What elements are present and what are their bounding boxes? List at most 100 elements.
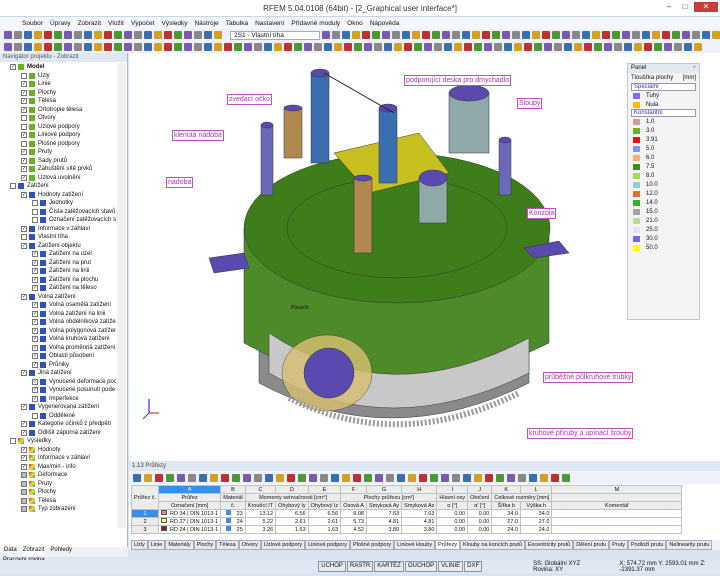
- menu-item[interactable]: Soubor: [22, 20, 43, 27]
- col-letter[interactable]: E: [307, 485, 342, 494]
- toolbar-button-icon[interactable]: [712, 31, 720, 39]
- toolbar-button-icon[interactable]: [514, 43, 522, 51]
- table-cell[interactable]: 4.81: [401, 517, 438, 526]
- tree-item[interactable]: ✓ Jiná zatížení: [2, 369, 116, 378]
- table-tool-icon[interactable]: [562, 473, 570, 482]
- toolbar-button-icon[interactable]: [184, 43, 192, 51]
- tree-item[interactable]: Tělesa: [2, 497, 116, 506]
- tree-item[interactable]: Označení zatěžovacích st: [2, 216, 116, 225]
- toolbar-button-icon[interactable]: [432, 31, 440, 39]
- material-cell[interactable]: 23: [220, 509, 246, 518]
- toolbar-button-icon[interactable]: [564, 43, 572, 51]
- tree-item[interactable]: ✓ Liniové podpory: [2, 131, 116, 140]
- toolbar-button-icon[interactable]: [502, 31, 510, 39]
- checkbox[interactable]: [21, 472, 27, 479]
- toolbar-button-icon[interactable]: [672, 31, 680, 39]
- checkbox[interactable]: [21, 234, 27, 241]
- checkbox[interactable]: ✓: [21, 370, 27, 377]
- tree-item[interactable]: ✓ Vynucené deformace poc: [2, 378, 116, 387]
- checkbox[interactable]: [32, 412, 38, 419]
- table-tool-icon[interactable]: [540, 473, 548, 482]
- col-letter[interactable]: I: [436, 485, 469, 494]
- checkbox[interactable]: ✓: [10, 64, 16, 71]
- material-cell[interactable]: 24: [220, 517, 246, 526]
- table-tab[interactable]: Klouby na koncích prutů: [459, 540, 525, 550]
- toolbar-button-icon[interactable]: [104, 43, 112, 51]
- tree-item[interactable]: Výsledky: [2, 437, 116, 446]
- toolbar-button-icon[interactable]: [634, 43, 642, 51]
- table-tool-icon[interactable]: [320, 473, 328, 482]
- table-tab[interactable]: Plošné podpory: [349, 540, 395, 550]
- toolbar-button-icon[interactable]: [34, 31, 42, 39]
- table-tool-icon[interactable]: [518, 473, 526, 482]
- toolbar-button-icon[interactable]: [144, 43, 152, 51]
- status-toggle-button[interactable]: OUCHOP: [404, 561, 438, 572]
- toolbar-button-icon[interactable]: [322, 31, 330, 39]
- table-tab[interactable]: Dělení prutu: [573, 540, 610, 550]
- toolbar-button-icon[interactable]: [534, 43, 542, 51]
- tree-item[interactable]: Plošné podpory: [2, 140, 116, 149]
- toolbar-button-icon[interactable]: [654, 43, 662, 51]
- toolbar-button-icon[interactable]: [34, 43, 42, 51]
- toolbar-button-icon[interactable]: [384, 43, 392, 51]
- table-cell[interactable]: 3.80: [365, 525, 403, 534]
- toolbar-button-icon[interactable]: [134, 31, 142, 39]
- toolbar-button-icon[interactable]: [462, 31, 470, 39]
- col-letter[interactable]: M: [551, 485, 683, 494]
- toolbar-button-icon[interactable]: [284, 43, 292, 51]
- table-cell[interactable]: 27.0: [520, 517, 553, 526]
- toolbar-button-icon[interactable]: [624, 43, 632, 51]
- checkbox[interactable]: [32, 217, 38, 224]
- menu-item[interactable]: Výsledky: [161, 20, 187, 27]
- tree-item[interactable]: ✓ Hodnoty: [2, 446, 116, 455]
- table-row[interactable]: 2 RD 27 | DIN 1013-1 24 5.22 2.61 2.61 5.73 4.8…: [130, 517, 683, 526]
- checkbox[interactable]: [10, 438, 16, 445]
- table-cell[interactable]: 24.0: [520, 525, 553, 534]
- table-row[interactable]: 3 RD 24 | DIN 1013-1 25 3.26 1.63 1.63 4.52 3.8…: [130, 525, 683, 534]
- tree-item[interactable]: ✓ Volná zatížení na linii: [2, 310, 116, 319]
- checkbox[interactable]: ✓: [21, 81, 27, 88]
- tree-item[interactable]: ✓ Vynucené posunutí pode: [2, 386, 116, 395]
- menu-item[interactable]: Nápověda: [370, 20, 400, 27]
- tree-item[interactable]: Plochy: [2, 488, 116, 497]
- toolbar-button-icon[interactable]: [24, 43, 32, 51]
- toolbar-button-icon[interactable]: [124, 31, 132, 39]
- toolbar-button-icon[interactable]: [362, 31, 370, 39]
- toolbar-button-icon[interactable]: [422, 31, 430, 39]
- toolbar-button-icon[interactable]: [204, 43, 212, 51]
- toolbar-button-icon[interactable]: [684, 43, 692, 51]
- toolbar-button-icon[interactable]: [582, 31, 590, 39]
- table-tool-icon[interactable]: [210, 473, 218, 482]
- table-cell[interactable]: 34.0: [520, 509, 553, 518]
- menu-item[interactable]: Tabulka: [226, 20, 248, 27]
- toolbar-button-icon[interactable]: [174, 43, 182, 51]
- table-tool-icon[interactable]: [419, 473, 427, 482]
- table-cell[interactable]: 6.56: [275, 509, 309, 518]
- table-cell[interactable]: 5.73: [340, 517, 367, 526]
- toolbar-button-icon[interactable]: [482, 31, 490, 39]
- checkbox[interactable]: ✓: [21, 225, 27, 232]
- checkbox[interactable]: ✓: [21, 191, 27, 198]
- toolbar-button-icon[interactable]: [94, 31, 102, 39]
- toolbar-button-icon[interactable]: [364, 43, 372, 51]
- tree-item[interactable]: Zatížení: [2, 182, 116, 191]
- checkbox[interactable]: ✓: [21, 106, 27, 113]
- col-letter[interactable]: B: [220, 485, 246, 494]
- table-tool-icon[interactable]: [430, 473, 438, 482]
- toolbar-button-icon[interactable]: [602, 31, 610, 39]
- toolbar-button-icon[interactable]: [154, 31, 162, 39]
- toolbar-button-icon[interactable]: [194, 31, 202, 39]
- table-cell[interactable]: 3.26: [244, 525, 277, 534]
- toolbar-button-icon[interactable]: [392, 31, 400, 39]
- toolbar-button-icon[interactable]: [104, 31, 112, 39]
- table-tool-icon[interactable]: [188, 473, 196, 482]
- tree-item[interactable]: Typ zobrazení: [2, 505, 116, 514]
- checkbox[interactable]: ✓: [21, 166, 27, 173]
- tree-item[interactable]: ✓ Max/min - info: [2, 463, 116, 472]
- checkbox[interactable]: [21, 506, 27, 513]
- menu-item[interactable]: Nástroje: [194, 20, 218, 27]
- toolbar-button-icon[interactable]: [4, 31, 12, 39]
- col-letter[interactable]: J: [467, 485, 493, 494]
- table-cell[interactable]: 9.08: [340, 509, 367, 518]
- toolbar-button-icon[interactable]: [552, 31, 560, 39]
